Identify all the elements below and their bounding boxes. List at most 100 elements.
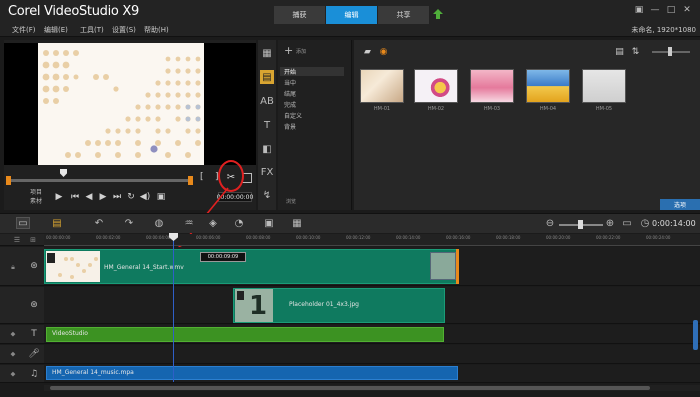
prev-frame-icon[interactable]: ◀ <box>84 192 94 202</box>
category-middle[interactable]: 当中 <box>284 78 296 87</box>
trim-marker-end[interactable] <box>188 176 193 185</box>
timeline-view-icon[interactable]: ▤ <box>50 217 64 229</box>
library-options-button[interactable]: 选项 <box>660 199 700 210</box>
menu-tools[interactable]: 工具(T) <box>80 25 104 35</box>
ruler-label: 00:00:00:00 <box>46 235 71 240</box>
category-custom[interactable]: 自定义 <box>284 111 302 120</box>
preview-pattern <box>42 50 201 158</box>
library-content <box>354 40 700 210</box>
clip-trim-handle[interactable] <box>456 249 459 284</box>
folder-icon[interactable]: ▰ <box>362 46 373 57</box>
trim-marker-start[interactable] <box>6 176 11 185</box>
film-reel-icon[interactable]: ⊛ <box>28 260 40 272</box>
fx-icon[interactable]: FX <box>260 165 274 179</box>
template-thumb-label: HM-01 <box>373 106 391 112</box>
close-icon[interactable]: ✕ <box>682 5 692 15</box>
template-thumb[interactable] <box>414 69 458 103</box>
app-title-main: VideoStudio X9 <box>44 4 139 19</box>
ruler-label: 00:00:06:00 <box>196 235 221 240</box>
template-thumb[interactable] <box>360 69 404 103</box>
category-end[interactable]: 结尾 <box>284 89 296 98</box>
placeholder-thumbnail: 1 <box>235 289 273 322</box>
upload-icon[interactable] <box>433 9 443 19</box>
chapter-icon[interactable]: ⊞ <box>28 235 38 245</box>
redo-icon[interactable]: ↷ <box>122 217 136 229</box>
microphone-icon[interactable]: 🎤︎ <box>28 348 40 360</box>
tab-edit[interactable]: 编辑 <box>326 6 378 24</box>
overlay-reel-icon[interactable]: ⊛ <box>28 299 40 311</box>
ruler-label: 00:00:24:00 <box>646 235 671 240</box>
media-icon[interactable]: ▦ <box>260 46 274 60</box>
thumbnail-zoom-knob[interactable] <box>668 47 672 56</box>
restore-icon[interactable]: ▣ <box>634 5 644 15</box>
sort-icon[interactable]: ⇅ <box>630 46 641 57</box>
mark-in-button[interactable]: [ <box>200 172 204 182</box>
template-thumb[interactable] <box>526 69 570 103</box>
tab-capture[interactable]: 捕获 <box>274 6 326 24</box>
title-track-icon[interactable]: T <box>28 328 40 340</box>
video-clip-thumbnail <box>46 251 100 282</box>
menu-help[interactable]: 帮助(H) <box>144 25 169 35</box>
app-title-prefix: Corel <box>8 4 41 19</box>
mode-clip[interactable]: 素材 <box>30 197 42 206</box>
title-lock-icon[interactable]: ⬥ <box>8 329 18 339</box>
timeline-vertical-scrollbar[interactable] <box>693 320 698 350</box>
zoom-out-icon[interactable]: ⊖ <box>543 217 557 229</box>
menu-settings[interactable]: 设置(S) <box>112 25 136 35</box>
music-lock-icon[interactable]: ⬥ <box>8 369 18 379</box>
scrub-bar[interactable] <box>8 179 192 182</box>
template-thumb[interactable] <box>470 69 514 103</box>
play-icon[interactable]: ▶ <box>54 192 64 202</box>
category-start[interactable]: 开始 <box>280 67 344 76</box>
add-label[interactable]: 添加 <box>296 48 306 55</box>
instant-project-icon[interactable]: ▤ <box>260 70 274 84</box>
record-capture-icon[interactable]: ◍ <box>152 217 166 229</box>
voice-lock-icon[interactable]: ⬥ <box>8 349 18 359</box>
transition-icon[interactable]: AB <box>260 94 274 108</box>
ruler-label: 00:00:10:00 <box>296 235 321 240</box>
subtitle-editor-icon[interactable]: ▣ <box>262 217 276 229</box>
end-icon[interactable]: ⏭ <box>112 192 122 202</box>
repeat-icon[interactable]: ↻ <box>126 192 136 202</box>
graphic-icon[interactable]: ◧ <box>260 142 274 156</box>
voice-track[interactable] <box>44 345 700 364</box>
timeline-zoom-knob[interactable] <box>578 220 583 229</box>
minimize-icon[interactable]: — <box>650 5 660 15</box>
maximize-icon[interactable]: □ <box>666 5 676 15</box>
title-icon[interactable]: T <box>260 118 274 132</box>
path-icon[interactable]: ↯ <box>260 188 274 202</box>
storyboard-view-icon[interactable]: ▭ <box>16 217 30 229</box>
music-note-icon[interactable]: ♫ <box>28 368 40 380</box>
ruler-label: 00:00:16:00 <box>446 235 471 240</box>
menu-file[interactable]: 文件(F) <box>12 25 36 35</box>
multicam-icon[interactable]: ▦ <box>290 217 304 229</box>
overlay-clip-name: Placeholder 01_4x3.jpg <box>289 301 359 308</box>
sound-mixer-icon[interactable]: ♒ <box>182 217 196 229</box>
fit-project-icon[interactable]: ▭ <box>620 217 634 229</box>
add-icon[interactable]: + <box>284 44 293 57</box>
tab-share[interactable]: 共享 <box>378 6 430 24</box>
auto-music-icon[interactable]: ◈ <box>206 217 220 229</box>
lock-icon[interactable]: 🔒︎ <box>8 262 18 272</box>
mode-project[interactable]: 项目 <box>30 188 42 197</box>
hd-icon[interactable]: ▣ <box>156 192 166 202</box>
view-options-icon[interactable]: ▤ <box>614 46 625 57</box>
category-complete[interactable]: 完成 <box>284 100 296 109</box>
track-manager-icon[interactable]: ☰ <box>12 235 22 245</box>
home-icon[interactable]: ⏮ <box>70 192 80 202</box>
volume-icon[interactable]: ◀) <box>140 192 150 202</box>
timeline-scroll-thumb[interactable] <box>50 386 650 390</box>
next-frame-icon[interactable]: ▶ <box>98 192 108 202</box>
stage-tabs: 捕获 编辑 共享 <box>274 6 430 24</box>
title-clip[interactable] <box>46 327 444 342</box>
template-thumb[interactable] <box>582 69 626 103</box>
motion-tracking-icon[interactable]: ◔ <box>232 217 246 229</box>
category-background[interactable]: 背景 <box>284 122 296 131</box>
placeholder-number: 1 <box>249 291 268 321</box>
zoom-in-icon[interactable]: ⊕ <box>603 217 617 229</box>
dvd-icon[interactable]: ◉ <box>378 46 389 57</box>
menu-edit[interactable]: 编辑(E) <box>44 25 68 35</box>
undo-icon[interactable]: ↶ <box>92 217 106 229</box>
browse-button[interactable]: 浏览 <box>286 198 296 205</box>
timeline-playhead[interactable] <box>173 234 174 382</box>
